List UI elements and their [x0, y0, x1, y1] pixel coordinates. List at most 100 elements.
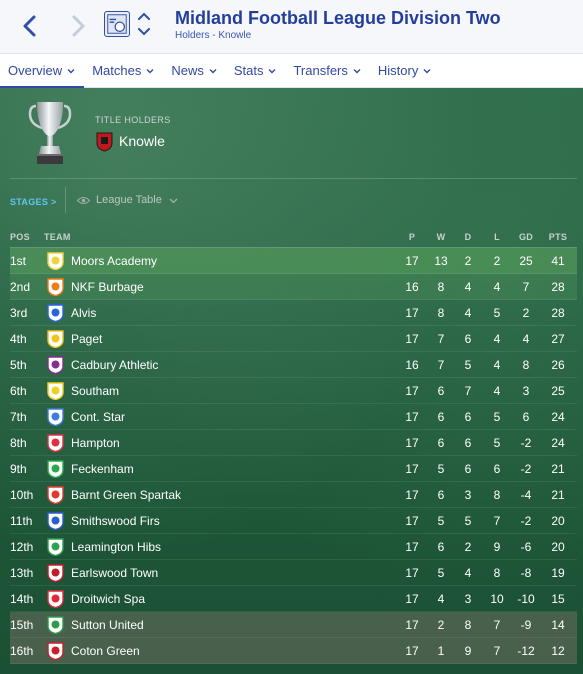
tab-stats[interactable]: Stats: [226, 54, 286, 88]
lost-cell: 4: [493, 280, 501, 294]
position-cell: 3rd: [10, 306, 28, 320]
column-header-played[interactable]: P: [400, 232, 424, 242]
won-cell: 7: [437, 358, 445, 372]
tab-label: News: [171, 63, 204, 78]
goal-difference-cell: 25: [519, 254, 533, 268]
won-cell: 5: [437, 462, 445, 476]
team-badge-icon: [47, 278, 64, 296]
team-name-link[interactable]: Sutton United: [71, 618, 144, 632]
tab-news[interactable]: News: [163, 54, 226, 88]
table-row[interactable]: 11th Smithswood Firs 17 5 5 7 -2 20: [10, 508, 577, 534]
won-cell: 2: [437, 618, 445, 632]
team-name-link[interactable]: Smithswood Firs: [71, 514, 160, 528]
team-badge-icon: [47, 408, 64, 426]
position-cell: 8th: [10, 436, 27, 450]
column-header-goal-difference[interactable]: GD: [514, 232, 538, 242]
position-cell: 16th: [10, 644, 34, 658]
team-name-link[interactable]: Paget: [71, 332, 102, 346]
won-cell: 6: [437, 384, 445, 398]
table-row[interactable]: 8th Hampton 17 6 6 5 -2 24: [10, 430, 577, 456]
competition-icon[interactable]: [104, 11, 130, 37]
table-row[interactable]: 5th Cadbury Athletic 16 7 5 4 8 26: [10, 352, 577, 378]
tab-label: Matches: [92, 63, 142, 78]
team-name-link[interactable]: Moors Academy: [71, 254, 157, 268]
lost-cell: 7: [493, 644, 501, 658]
table-row[interactable]: 3rd Alvis 17 8 4 5 2 28: [10, 300, 577, 326]
tab-matches[interactable]: Matches: [84, 54, 163, 88]
tab-overview[interactable]: Overview: [0, 54, 85, 88]
column-header-drawn[interactable]: D: [456, 232, 480, 242]
team-name-link[interactable]: Leamington Hibs: [71, 540, 161, 554]
switch-competition-icon[interactable]: [136, 9, 152, 39]
page-title: Midland Football League Division Two: [175, 8, 501, 28]
title-holder-team-link[interactable]: Knowle: [119, 133, 165, 149]
lost-cell: 8: [493, 488, 501, 502]
played-cell: 17: [405, 384, 419, 398]
team-name-link[interactable]: Southam: [71, 384, 119, 398]
drawn-cell: 6: [464, 436, 472, 450]
team-name-link[interactable]: Hampton: [71, 436, 120, 450]
points-cell: 26: [551, 358, 565, 372]
points-cell: 20: [551, 514, 565, 528]
team-name-link[interactable]: Droitwich Spa: [71, 592, 145, 606]
chevron-down-icon: [423, 69, 431, 74]
team-name-link[interactable]: NKF Burbage: [71, 280, 144, 294]
table-row[interactable]: 4th Paget 17 7 6 4 4 27: [10, 326, 577, 352]
table-row[interactable]: 6th Southam 17 6 7 4 3 25: [10, 378, 577, 404]
table-row[interactable]: 16th Coton Green 17 1 9 7 -12 12: [10, 638, 577, 664]
goal-difference-cell: -10: [517, 592, 535, 606]
position-cell: 11th: [10, 514, 33, 528]
lost-cell: 4: [493, 384, 501, 398]
chevron-down-icon: [353, 69, 361, 74]
goal-difference-cell: 2: [522, 306, 530, 320]
table-row[interactable]: 1st Moors Academy 17 13 2 2 25 41: [10, 248, 577, 274]
drawn-cell: 2: [464, 540, 472, 554]
position-cell: 13th: [10, 566, 34, 580]
table-row[interactable]: 9th Feckenham 17 5 6 6 -2 21: [10, 456, 577, 482]
tab-bar: Overview Matches News Stats Transfers Hi…: [0, 54, 583, 88]
stages-link[interactable]: STAGES >: [10, 197, 57, 207]
lost-cell: 5: [493, 410, 501, 424]
table-row[interactable]: 10th Barnt Green Spartak 17 6 3 8 -4 21: [10, 482, 577, 508]
column-header-pos[interactable]: POS: [10, 232, 30, 242]
column-header-lost[interactable]: L: [485, 232, 509, 242]
team-name-link[interactable]: Alvis: [71, 306, 96, 320]
drawn-cell: 5: [464, 358, 472, 372]
tab-label: History: [377, 63, 419, 78]
team-name-link[interactable]: Barnt Green Spartak: [71, 488, 181, 502]
column-header-won[interactable]: W: [429, 232, 453, 242]
table-row[interactable]: 14th Droitwich Spa 17 4 3 10 -10 15: [10, 586, 577, 612]
drawn-cell: 4: [464, 280, 472, 294]
played-cell: 17: [405, 644, 419, 658]
forward-arrow-icon[interactable]: [64, 12, 92, 40]
tab-history[interactable]: History: [370, 54, 440, 88]
team-name-link[interactable]: Cadbury Athletic: [71, 358, 158, 372]
drawn-cell: 3: [464, 592, 472, 606]
team-name-link[interactable]: Earlswood Town: [71, 566, 158, 580]
lost-cell: 2: [493, 254, 501, 268]
team-name-link[interactable]: Coton Green: [71, 644, 140, 658]
table-row[interactable]: 12th Leamington Hibs 17 6 2 9 -6 20: [10, 534, 577, 560]
drawn-cell: 7: [464, 384, 472, 398]
team-badge-icon: [47, 538, 64, 556]
page-subtitle[interactable]: Holders - Knowle: [175, 30, 251, 41]
tab-label: Stats: [233, 63, 264, 78]
team-badge-icon: [47, 330, 64, 348]
column-header-team[interactable]: TEAM: [44, 232, 71, 242]
table-row[interactable]: 2nd NKF Burbage 16 8 4 4 7 28: [10, 274, 577, 300]
table-row[interactable]: 7th Cont. Star 17 6 6 5 6 24: [10, 404, 577, 430]
drawn-cell: 5: [464, 514, 472, 528]
goal-difference-cell: 4: [522, 332, 530, 346]
tab-transfers[interactable]: Transfers: [285, 54, 369, 88]
back-arrow-icon[interactable]: [16, 12, 44, 40]
team-name-link[interactable]: Feckenham: [71, 462, 134, 476]
column-header-points[interactable]: PTS: [546, 232, 570, 242]
team-name-link[interactable]: Cont. Star: [71, 410, 125, 424]
team-badge-icon: [96, 132, 113, 152]
stage-dropdown[interactable]: League Table: [77, 194, 178, 206]
table-row[interactable]: 13th Earlswood Town 17 5 4 8 -8 19: [10, 560, 577, 586]
drawn-cell: 2: [464, 254, 472, 268]
table-row[interactable]: 15th Sutton United 17 2 8 7 -9 14: [10, 612, 577, 638]
played-cell: 17: [405, 332, 419, 346]
chevron-down-icon: [146, 69, 154, 74]
